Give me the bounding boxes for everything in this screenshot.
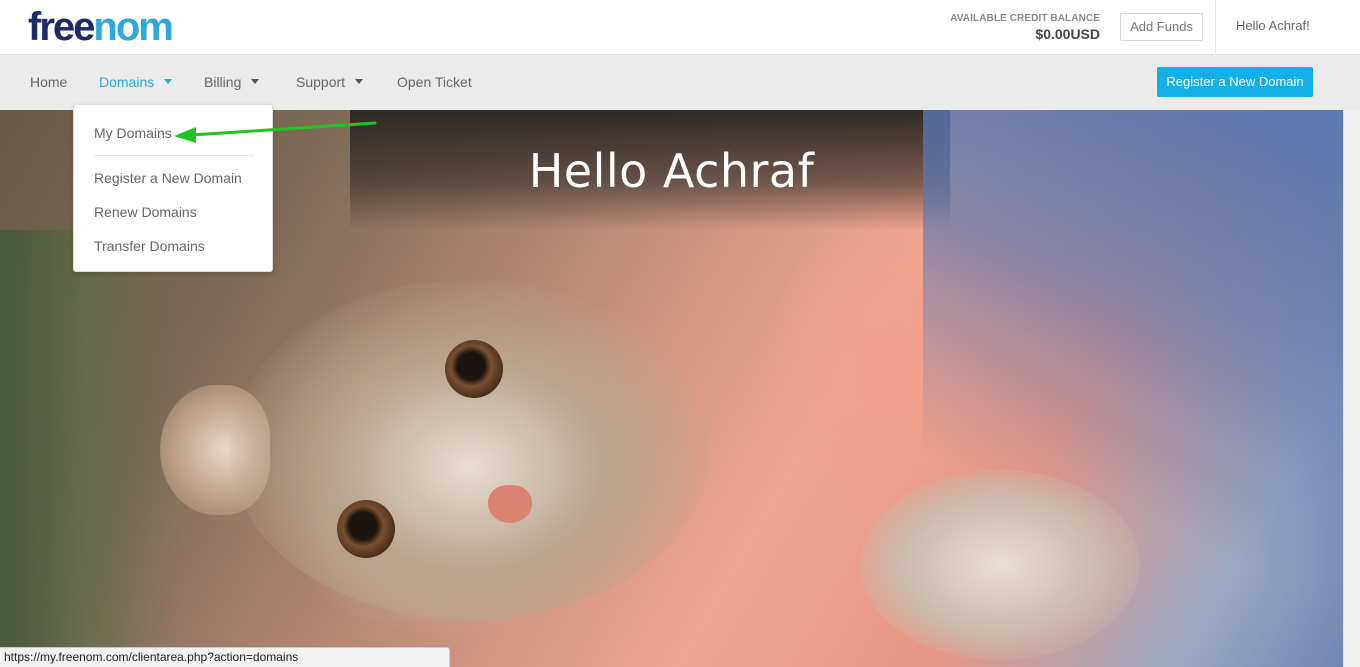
menu-item-transfer-domains[interactable]: Transfer Domains (94, 237, 205, 255)
nav-item-label: Open Ticket (397, 74, 472, 90)
browser-status-bar: https://my.freenom.com/clientarea.php?ac… (0, 647, 450, 667)
freenom-logo[interactable]: freenom (28, 5, 174, 49)
nav-item-open-ticket[interactable]: Open Ticket (397, 73, 472, 91)
menu-item-register-new-domain[interactable]: Register a New Domain (94, 169, 242, 187)
cat-paw (860, 470, 1140, 660)
credit-balance-value: $0.00USD (1035, 26, 1100, 42)
credit-balance: AVAILABLE CREDIT BALANCE $0.00USD (930, 13, 1100, 43)
menu-item-renew-domains[interactable]: Renew Domains (94, 203, 197, 221)
caret-down-icon (355, 79, 364, 84)
cat-face (230, 280, 710, 620)
nav-item-label: Home (30, 74, 68, 90)
nav-item-label: Billing (204, 74, 242, 90)
nav-item-billing[interactable]: Billing (204, 73, 260, 91)
caret-down-icon (251, 79, 260, 84)
caret-down-icon (164, 79, 173, 84)
cat-eye (445, 340, 503, 398)
add-funds-button[interactable]: Add Funds (1120, 13, 1203, 41)
logo-part-free: free (28, 5, 95, 49)
register-new-domain-button[interactable]: Register a New Domain (1157, 67, 1313, 97)
nav-item-label: Domains (99, 74, 155, 90)
menu-divider (94, 155, 254, 156)
nav-item-domains[interactable]: Domains (99, 73, 173, 91)
cat-eye (337, 500, 395, 558)
hero-photo-fabric (0, 230, 180, 667)
annotation-arrow-icon (174, 121, 377, 143)
top-header: freenom AVAILABLE CREDIT BALANCE $0.00US… (0, 0, 1360, 55)
header-divider (1215, 0, 1216, 55)
cat-nose (488, 485, 532, 523)
logo-part-nom: nom (93, 5, 173, 49)
nav-item-support[interactable]: Support (296, 73, 364, 91)
page-scrollbar[interactable] (1343, 110, 1360, 667)
user-greeting-menu[interactable]: Hello Achraf! (1236, 18, 1310, 33)
credit-balance-label: AVAILABLE CREDIT BALANCE (950, 13, 1100, 24)
nav-item-label: Support (296, 74, 346, 90)
menu-item-my-domains[interactable]: My Domains (94, 124, 172, 142)
nav-item-home[interactable]: Home (30, 73, 67, 91)
main-nav: Home Domains Billing Support Open Ticket… (0, 55, 1360, 110)
